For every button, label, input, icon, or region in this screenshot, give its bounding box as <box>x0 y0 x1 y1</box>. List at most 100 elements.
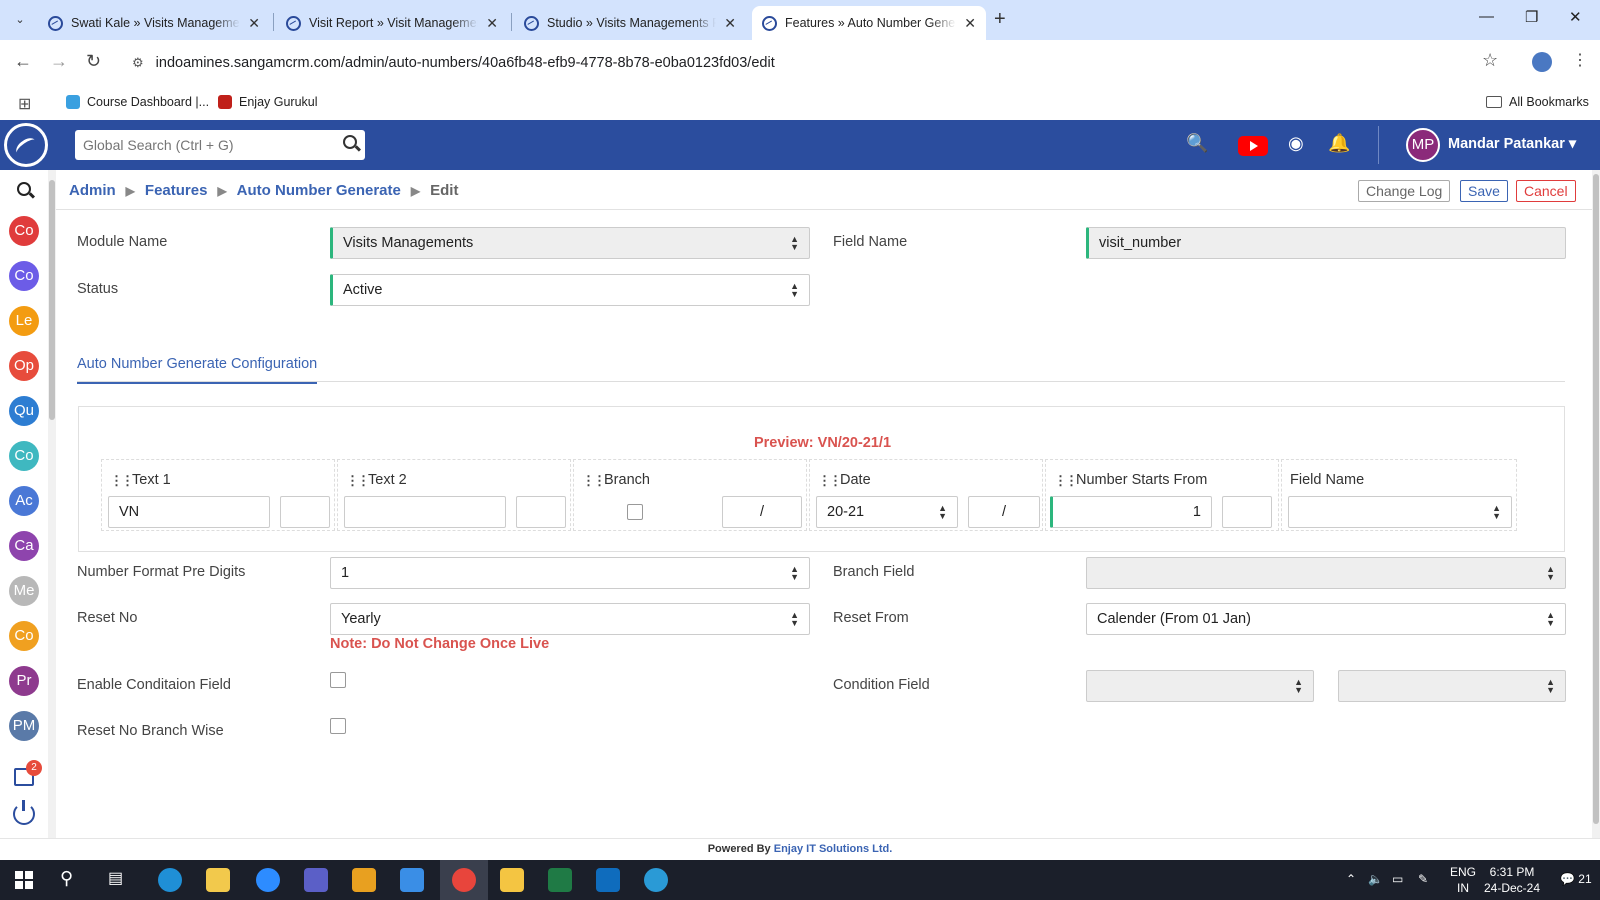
enable-condition-checkbox[interactable] <box>330 672 346 688</box>
drag-handle-icon[interactable]: ⋮⋮ <box>582 473 606 489</box>
tray-chevron-icon[interactable]: ⌃ <box>1346 872 1356 886</box>
url-omnibox[interactable]: ⚙ indoamines.sangamcrm.com/admin/auto-nu… <box>120 47 1500 79</box>
close-icon[interactable]: ✕ <box>248 15 260 32</box>
drag-handle-icon[interactable]: ⋮⋮ <box>818 473 842 489</box>
sidebar-item-3[interactable]: Op <box>9 351 39 381</box>
segment-date[interactable]: ⋮⋮ Date 20-21 ▲ ▼ / <box>809 459 1043 531</box>
sidebar-item-8[interactable]: Me <box>9 576 39 606</box>
user-avatar[interactable]: MP <box>1406 128 1440 162</box>
browser-tab-1[interactable]: Swati Kale » Visits Management ✕ <box>38 6 270 40</box>
sidebar-item-11[interactable]: PM <box>9 711 39 741</box>
global-search-input[interactable] <box>83 137 333 153</box>
sidebar-scrollbar[interactable] <box>48 170 56 838</box>
bell-icon[interactable]: 🔔 <box>1328 133 1350 154</box>
url-text[interactable]: indoamines.sangamcrm.com/admin/auto-numb… <box>156 55 775 71</box>
close-icon[interactable]: ✕ <box>724 15 736 32</box>
profile-icon[interactable] <box>1532 52 1552 72</box>
branch-separator-input[interactable]: / <box>722 496 802 528</box>
window-close-icon[interactable]: ✕ <box>1569 8 1582 26</box>
close-icon[interactable]: ✕ <box>964 15 976 32</box>
text2-separator-input[interactable] <box>516 496 566 528</box>
sidebar-item-0[interactable]: Co <box>9 216 39 246</box>
change-log-button[interactable]: Change Log <box>1358 180 1451 202</box>
date-format-select[interactable]: 20-21 ▲ ▼ <box>816 496 958 528</box>
chrome-icon[interactable] <box>452 868 476 892</box>
text2-input[interactable] <box>344 496 506 528</box>
all-bookmarks[interactable]: All Bookmarks <box>1486 95 1589 109</box>
breadcrumb-admin[interactable]: Admin <box>69 182 116 199</box>
bookmark-enjay-gurukul[interactable]: Enjay Gurukul <box>218 95 318 109</box>
reset-no-select[interactable]: Yearly ▲ ▼ <box>330 603 810 635</box>
text1-separator-input[interactable] <box>280 496 330 528</box>
branch-checkbox[interactable] <box>627 504 643 520</box>
user-menu[interactable]: Mandar Patankar ▾ <box>1448 136 1576 152</box>
reset-from-select[interactable]: Calender (From 01 Jan) ▲ ▼ <box>1086 603 1566 635</box>
segment-number[interactable]: ⋮⋮ Number Starts From 1 <box>1045 459 1279 531</box>
edge-icon[interactable] <box>158 868 182 892</box>
segment-text2[interactable]: ⋮⋮ Text 2 <box>337 459 571 531</box>
segment-field-name-select[interactable]: ▲ ▼ <box>1288 496 1512 528</box>
app-icon[interactable] <box>400 868 424 892</box>
pen-icon[interactable]: ✎ <box>1418 872 1428 886</box>
browser-tab-3[interactable]: Studio » Visits Managements Fi ✕ <box>514 6 746 40</box>
cancel-button[interactable]: Cancel <box>1516 180 1576 202</box>
zoom-icon[interactable] <box>256 868 280 892</box>
reset-branch-wise-checkbox[interactable] <box>330 718 346 734</box>
segment-text1[interactable]: ⋮⋮ Text 1 VN <box>101 459 335 531</box>
bookmark-star-icon[interactable]: ☆ <box>1482 50 1498 71</box>
text1-input[interactable]: VN <box>108 496 270 528</box>
power-logout-icon[interactable] <box>13 800 35 825</box>
new-tab-plus-icon[interactable]: + <box>994 8 1006 31</box>
sidebar-item-7[interactable]: Ca <box>9 531 39 561</box>
app-icon[interactable] <box>352 868 376 892</box>
tab-search-chevron-icon[interactable]: ⌄ <box>8 8 32 32</box>
app-logo-icon[interactable] <box>4 123 48 167</box>
save-button[interactable]: Save <box>1460 180 1508 202</box>
drag-handle-icon[interactable]: ⋮⋮ <box>346 473 370 489</box>
reload-icon[interactable]: ↻ <box>86 51 101 72</box>
sidebar-item-4[interactable]: Qu <box>9 396 39 426</box>
sidebar-item-6[interactable]: Ac <box>9 486 39 516</box>
sidebar-item-5[interactable]: Co <box>9 441 39 471</box>
forward-arrow-icon[interactable]: → <box>50 51 68 72</box>
app-icon[interactable] <box>206 868 230 892</box>
drag-handle-icon[interactable]: ⋮⋮ <box>1054 473 1078 489</box>
field-name-input[interactable]: visit_number <box>1086 227 1566 259</box>
youtube-icon[interactable] <box>1238 136 1268 156</box>
number-start-input[interactable]: 1 <box>1050 496 1212 528</box>
number-separator-input[interactable] <box>1222 496 1272 528</box>
site-info-icon[interactable]: ⚙ <box>132 55 144 71</box>
condition-field-select[interactable]: ▲ ▼ <box>1086 670 1314 702</box>
browser-tab-active[interactable]: Features » Auto Number Gener ✕ <box>752 6 986 40</box>
file-explorer-icon[interactable] <box>500 868 524 892</box>
main-scrollbar[interactable] <box>1592 170 1600 838</box>
search-icon[interactable] <box>343 135 357 149</box>
edge-icon[interactable] <box>644 868 668 892</box>
company-link[interactable]: Enjay IT Solutions Ltd. <box>774 843 893 855</box>
apps-grid-icon[interactable]: ⊞ <box>18 94 31 114</box>
close-icon[interactable]: ✕ <box>486 15 498 32</box>
drag-handle-icon[interactable]: ⋮⋮ <box>110 473 134 489</box>
sidebar-item-9[interactable]: Co <box>9 621 39 651</box>
task-view-icon[interactable]: ▤ <box>108 868 132 892</box>
browser-menu-icon[interactable]: ⋮ <box>1572 50 1588 70</box>
outlook-icon[interactable] <box>596 868 620 892</box>
windows-start-icon[interactable] <box>12 868 36 892</box>
minimize-icon[interactable]: — <box>1479 8 1494 25</box>
notifications-icon[interactable]: 💬 21 <box>1560 872 1592 886</box>
date-separator-input[interactable]: / <box>968 496 1040 528</box>
sidebar-item-1[interactable]: Co <box>9 261 39 291</box>
condition-value-select[interactable]: ▲ ▼ <box>1338 670 1566 702</box>
branch-field-select[interactable]: ▲ ▼ <box>1086 557 1566 589</box>
taskbar-clock[interactable]: 6:31 PM 24-Dec-24 <box>1484 864 1540 896</box>
pre-digits-select[interactable]: 1 ▲ ▼ <box>330 557 810 589</box>
global-search[interactable] <box>75 130 365 160</box>
sidebar-item-2[interactable]: Le <box>9 306 39 336</box>
excel-icon[interactable] <box>548 868 572 892</box>
segment-branch[interactable]: ⋮⋮ Branch / <box>573 459 807 531</box>
volume-icon[interactable]: 🔈 <box>1368 872 1383 886</box>
status-select[interactable]: Active ▲ ▼ <box>330 274 810 306</box>
breadcrumb-features[interactable]: Features <box>145 182 208 199</box>
browser-tab-2[interactable]: Visit Report » Visit Management ✕ <box>276 6 508 40</box>
sidebar-item-10[interactable]: Pr <box>9 666 39 696</box>
